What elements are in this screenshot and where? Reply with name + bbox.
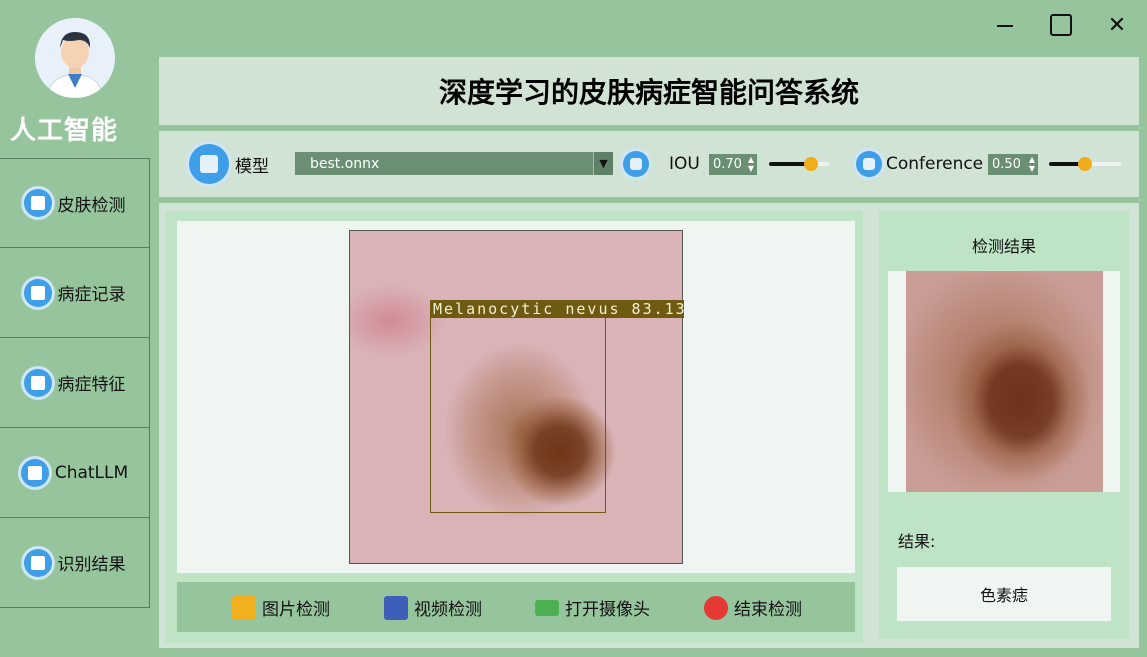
detection-box — [430, 315, 606, 513]
iou-slider[interactable] — [769, 154, 829, 174]
page-title: 深度学习的皮肤病症智能问答系统 — [438, 76, 859, 109]
crop-preview — [888, 271, 1120, 492]
records-icon — [23, 278, 52, 307]
sidebar-item-features[interactable]: 病症特征 — [0, 338, 150, 428]
sidebar-item-label: 识别结果 — [57, 555, 126, 575]
sidebar-item-label: 病症记录 — [57, 285, 126, 305]
main-area: Melanocytic nevus 83.13 图片检测 视频检测 打开摄像头 … — [159, 203, 1139, 648]
toolbar: 模型 best.onnx ▼ IOU 0.70 ▲ ▼ Conference 0.… — [159, 131, 1139, 197]
result-panel-title: 检测结果 — [971, 237, 1036, 256]
model-select-value: best.onnx — [310, 155, 380, 172]
video-detect-button[interactable]: 视频检测 — [384, 595, 482, 620]
iou-icon — [623, 151, 649, 177]
maximize-icon — [1050, 14, 1072, 36]
video-icon — [384, 595, 408, 620]
window-controls: ✕ — [977, 0, 1147, 50]
detection-box-label: Melanocytic nevus 83.13 — [430, 300, 684, 318]
stop-detect-button[interactable]: 结束检测 — [704, 595, 802, 620]
model-select[interactable]: best.onnx ▼ — [295, 152, 613, 175]
iou-value: 0.70 — [713, 157, 742, 172]
sidebar-item-records[interactable]: 病症记录 — [0, 248, 150, 338]
image-canvas: Melanocytic nevus 83.13 — [177, 221, 855, 573]
camera-icon — [535, 599, 559, 616]
robot-icon — [189, 144, 229, 184]
sidebar-item-skin-detect[interactable]: 皮肤检测 — [0, 158, 150, 248]
slider-knob[interactable] — [1078, 157, 1092, 171]
iou-label: IOU — [669, 154, 700, 174]
result-value: 色素痣 — [979, 586, 1028, 605]
conf-spinbox[interactable]: 0.50 ▲ ▼ — [988, 154, 1038, 175]
action-bar: 图片检测 视频检测 打开摄像头 结束检测 — [177, 582, 855, 632]
iou-group: IOU — [623, 151, 700, 177]
open-camera-button[interactable]: 打开摄像头 — [535, 595, 650, 620]
model-label: 模型 — [235, 156, 269, 177]
skin-lesion-image: Melanocytic nevus 83.13 — [349, 230, 684, 564]
image-detect-label: 图片检测 — [262, 600, 330, 620]
features-icon — [23, 368, 52, 397]
result-label: 结果: — [898, 532, 936, 551]
doctor-avatar-icon — [35, 18, 115, 98]
skin-detect-icon — [23, 189, 52, 217]
model-group: 模型 — [189, 144, 269, 184]
conf-slider[interactable] — [1049, 154, 1121, 174]
close-button[interactable]: ✕ — [1089, 0, 1145, 50]
sidebar-item-label: 皮肤检测 — [57, 195, 126, 216]
minimize-button[interactable] — [977, 0, 1033, 50]
image-detect-button[interactable]: 图片检测 — [232, 595, 330, 620]
spin-arrows-icon[interactable]: ▲ ▼ — [1029, 155, 1035, 173]
sidebar-nav: 皮肤检测 病症记录 病症特征 ChatLLM 识别结果 — [0, 158, 150, 608]
folder-icon — [23, 548, 52, 577]
image-icon — [232, 595, 256, 620]
open-camera-label: 打开摄像头 — [565, 600, 650, 620]
power-icon — [704, 595, 728, 620]
video-detect-label: 视频检测 — [414, 600, 482, 620]
avatar — [35, 18, 115, 98]
close-icon: ✕ — [1107, 12, 1127, 38]
conference-icon — [856, 151, 882, 177]
conf-label: Conference — [886, 154, 984, 174]
minimize-icon — [997, 25, 1013, 27]
slider-knob[interactable] — [804, 157, 818, 171]
maximize-button[interactable] — [1033, 0, 1089, 50]
result-panel: 检测结果 结果: 色素痣 — [879, 211, 1129, 639]
stop-detect-label: 结束检测 — [734, 600, 802, 620]
page-title-bar: 深度学习的皮肤病症智能问答系统 — [159, 57, 1139, 125]
detection-panel: Melanocytic nevus 83.13 图片检测 视频检测 打开摄像头 … — [165, 211, 863, 643]
iou-spinbox[interactable]: 0.70 ▲ ▼ — [709, 154, 757, 175]
sidebar-item-label: 病症特征 — [57, 375, 126, 395]
chat-icon — [20, 458, 49, 487]
spin-arrows-icon[interactable]: ▲ ▼ — [748, 155, 754, 173]
sidebar-item-chatllm[interactable]: ChatLLM — [0, 428, 150, 518]
sidebar-item-label: ChatLLM — [54, 462, 129, 483]
chevron-down-icon[interactable]: ▼ — [593, 152, 613, 175]
conf-group: Conference — [856, 151, 983, 177]
sidebar-item-results[interactable]: 识别结果 — [0, 518, 150, 608]
result-value-box: 色素痣 — [897, 567, 1111, 621]
conf-value: 0.50 — [992, 157, 1021, 172]
brand-title: 人工智能 — [9, 116, 118, 146]
cropped-lesion-image — [906, 271, 1103, 492]
